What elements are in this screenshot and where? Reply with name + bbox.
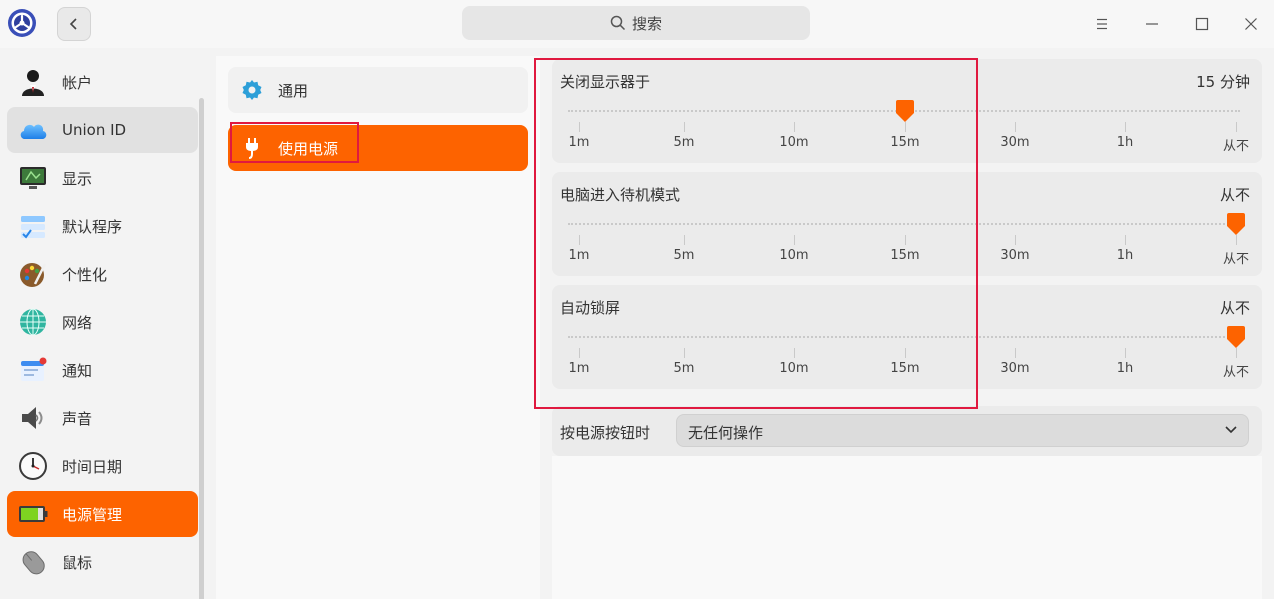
search-box[interactable]: 搜索 <box>462 6 810 40</box>
slider-handle[interactable] <box>1225 325 1247 349</box>
sidebar-item-sound[interactable]: 声音 <box>7 395 198 441</box>
slider-tick-label: 30m <box>1000 135 1030 150</box>
chevron-down-icon <box>1225 426 1237 434</box>
sidebar-item-union-id[interactable]: Union ID <box>7 107 198 153</box>
title-bar: 搜索 <box>0 0 1274 48</box>
setting-value: 从不 <box>1219 299 1250 317</box>
search-placeholder: 搜索 <box>631 14 662 33</box>
gear-icon <box>242 80 262 100</box>
default-apps-icon <box>21 216 45 239</box>
sidebar-item-label: 帐户 <box>62 73 93 92</box>
sidebar-item-label: 电源管理 <box>62 505 123 524</box>
minimize-button[interactable] <box>1138 10 1166 38</box>
sidebar-item-network[interactable]: 网络 <box>7 299 198 345</box>
empty-area <box>552 456 1262 599</box>
back-button[interactable] <box>57 7 91 41</box>
slider-tick <box>1125 235 1126 245</box>
power-settings-main: 关闭显示器于 15 分钟 1m 5m 10m 15m 30m 1h 从不 电脑进入待机模式 … <box>534 48 1274 599</box>
power-button-setting: 按电源按钮时 无任何操作 <box>552 406 1262 456</box>
clock-icon <box>19 452 47 480</box>
subnav-item-general[interactable]: 通用 <box>228 67 528 113</box>
sidebar-scrollbar[interactable] <box>199 98 204 599</box>
slider-tick <box>1236 122 1237 132</box>
slider-tick <box>1015 348 1016 358</box>
sidebar-item-power[interactable]: 电源管理 <box>7 491 198 537</box>
slider-tick-label: 从不 <box>1223 139 1250 154</box>
sidebar-item-label: 鼠标 <box>62 553 93 572</box>
sidebar: 帐户 Union ID 显示 默认程序 个性化 网络 通知 声音 时间日期 电源… <box>0 48 210 599</box>
power-button-label: 按电源按钮时 <box>560 424 651 442</box>
speaker-icon <box>22 407 43 429</box>
power-subnav-panel: 通用 使用电源 <box>216 56 540 599</box>
select-value: 无任何操作 <box>688 424 764 442</box>
minimize-icon <box>1146 23 1158 25</box>
user-account-icon <box>22 70 44 96</box>
battery-icon <box>19 506 48 522</box>
palette-icon <box>20 263 47 287</box>
control-center-logo-icon <box>8 9 36 37</box>
slider-tick-label: 从不 <box>1223 365 1250 380</box>
sidebar-item-label: 网络 <box>62 313 93 332</box>
highlight-box-subnav <box>230 122 359 163</box>
slider-tick-label: 1h <box>1116 135 1134 150</box>
sidebar-item-accounts[interactable]: 帐户 <box>7 59 198 105</box>
sidebar-item-label: 声音 <box>62 409 93 428</box>
sidebar-item-label: 个性化 <box>62 265 108 284</box>
slider-tick <box>1236 235 1237 245</box>
slider-tick-label: 从不 <box>1223 252 1250 267</box>
slider-handle[interactable] <box>1225 212 1247 236</box>
slider-tick <box>1015 122 1016 132</box>
power-button-action-select[interactable]: 无任何操作 <box>676 414 1249 447</box>
slider-tick <box>1236 348 1237 358</box>
mouse-icon <box>22 551 45 575</box>
sidebar-item-label: 通知 <box>62 361 93 380</box>
monitor-icon <box>20 167 46 189</box>
hamburger-menu-icon <box>1097 18 1107 30</box>
maximize-button[interactable] <box>1188 10 1216 38</box>
sidebar-item-label: Union ID <box>62 121 127 139</box>
subnav-item-label: 通用 <box>278 81 309 100</box>
close-icon <box>1245 18 1257 30</box>
slider-tick-label: 1h <box>1116 361 1134 376</box>
maximize-icon <box>1195 17 1209 31</box>
search-icon <box>610 15 626 31</box>
setting-value: 从不 <box>1219 186 1250 204</box>
sidebar-item-default-apps[interactable]: 默认程序 <box>7 203 198 249</box>
menu-button[interactable] <box>1088 10 1116 38</box>
sidebar-item-display[interactable]: 显示 <box>7 155 198 201</box>
close-button[interactable] <box>1237 10 1265 38</box>
sidebar-item-datetime[interactable]: 时间日期 <box>7 443 198 489</box>
sidebar-item-notifications[interactable]: 通知 <box>7 347 198 393</box>
slider-tick <box>1125 348 1126 358</box>
chevron-left-icon <box>69 18 77 30</box>
network-globe-icon <box>20 308 46 336</box>
notification-icon <box>21 357 47 381</box>
sidebar-item-label: 显示 <box>62 169 93 188</box>
sidebar-item-personalization[interactable]: 个性化 <box>7 251 198 297</box>
slider-tick <box>1015 235 1016 245</box>
slider-tick-label: 30m <box>1000 361 1030 376</box>
setting-value: 15 分钟 <box>1196 73 1250 91</box>
sidebar-item-label: 时间日期 <box>62 457 123 476</box>
cloud-icon <box>20 124 47 139</box>
slider-tick-label: 1h <box>1116 248 1134 263</box>
slider-tick <box>1125 122 1126 132</box>
sidebar-item-label: 默认程序 <box>62 217 123 236</box>
highlight-box-sliders <box>534 58 978 409</box>
slider-tick-label: 30m <box>1000 248 1030 263</box>
sidebar-item-mouse[interactable]: 鼠标 <box>7 539 198 585</box>
